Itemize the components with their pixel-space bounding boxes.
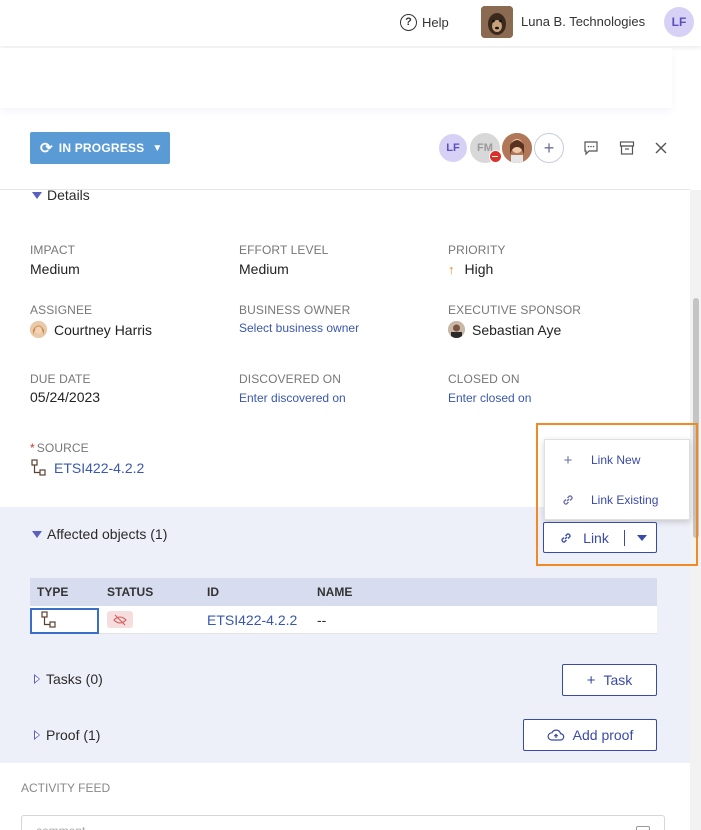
impact-label: IMPACT xyxy=(30,243,76,257)
closed-on-label: CLOSED ON xyxy=(448,372,520,386)
watcher-avatar-fm[interactable]: FM xyxy=(470,133,502,163)
header-divider xyxy=(0,189,690,190)
col-name[interactable]: NAME xyxy=(317,585,352,599)
business-owner-select[interactable]: Select business owner xyxy=(239,321,359,335)
banner-area xyxy=(0,48,672,108)
details-title: Details xyxy=(47,187,90,203)
watcher-avatar-lf[interactable]: LF xyxy=(438,133,468,163)
chevron-down-icon xyxy=(637,534,647,541)
expand-icon xyxy=(34,674,40,684)
proof-section-toggle[interactable]: Proof (1) xyxy=(34,727,100,743)
hierarchy-icon xyxy=(30,459,47,476)
collapse-icon xyxy=(32,530,42,538)
add-task-label: Task xyxy=(603,672,633,688)
col-status[interactable]: STATUS xyxy=(107,585,153,599)
affected-objects-toggle[interactable]: Affected objects (1) xyxy=(32,526,167,542)
cloud-upload-icon xyxy=(547,728,565,742)
comment-icon[interactable] xyxy=(583,140,599,156)
col-id[interactable]: ID xyxy=(207,585,219,599)
priority-value: High xyxy=(464,261,494,277)
collapse-icon xyxy=(32,191,42,199)
effort-value[interactable]: Medium xyxy=(239,261,289,277)
comment-checkbox[interactable] xyxy=(636,826,650,830)
due-date-value[interactable]: 05/24/2023 xyxy=(30,389,100,405)
plus-icon: + xyxy=(586,671,596,689)
close-icon[interactable] xyxy=(653,140,669,156)
comment-placeholder: comment xyxy=(36,824,85,830)
proof-title: Proof (1) xyxy=(46,727,101,743)
link-dropdown-toggle[interactable] xyxy=(628,523,656,552)
add-proof-label: Add proof xyxy=(572,727,634,743)
blocked-icon xyxy=(489,150,502,163)
comment-input[interactable]: comment xyxy=(21,815,665,830)
status-badge xyxy=(107,611,133,628)
row-id-link[interactable]: ETSI422-4.2.2 xyxy=(207,612,297,628)
link-new-label: Link New xyxy=(591,453,641,467)
user-avatar[interactable]: LF xyxy=(664,7,694,37)
assignee-avatar xyxy=(30,321,47,338)
split-divider xyxy=(624,530,625,546)
link-icon xyxy=(559,531,573,545)
source-label-group: * SOURCE xyxy=(30,441,89,455)
effort-label: EFFORT LEVEL xyxy=(239,243,329,257)
details-section-toggle[interactable]: Details xyxy=(32,187,90,203)
help-icon: ? xyxy=(400,13,417,31)
source-label: SOURCE xyxy=(36,441,89,455)
tasks-title: Tasks (0) xyxy=(46,671,103,687)
sponsor-value: Sebastian Aye xyxy=(472,321,562,338)
impact-value[interactable]: Medium xyxy=(30,261,80,277)
assignee-label: ASSIGNEE xyxy=(30,303,93,317)
plus-icon: + xyxy=(563,451,573,469)
link-existing-label: Link Existing xyxy=(591,493,659,507)
link-button[interactable]: Link xyxy=(544,523,624,552)
add-watcher-button[interactable]: + xyxy=(534,133,564,163)
priority-label: PRIORITY xyxy=(448,243,506,257)
link-new-item[interactable]: + Link New xyxy=(545,440,691,480)
chevron-down-icon: ▼ xyxy=(152,142,163,154)
required-marker: * xyxy=(30,441,35,455)
table-row[interactable]: ETSI422-4.2.2 -- xyxy=(30,606,657,634)
executive-sponsor-label: EXECUTIVE SPONSOR xyxy=(448,303,582,317)
assignee-value: Courtney Harris xyxy=(54,321,153,338)
link-icon xyxy=(545,493,591,507)
org-avatar[interactable] xyxy=(481,6,513,38)
expand-icon xyxy=(34,730,40,740)
org-name[interactable]: Luna B. Technologies xyxy=(521,14,645,29)
hierarchy-icon xyxy=(40,611,57,628)
discovered-on-input[interactable]: Enter discovered on xyxy=(239,391,346,405)
scrollbar-thumb[interactable] xyxy=(693,298,699,538)
add-proof-button[interactable]: Add proof xyxy=(523,719,657,751)
link-button-label: Link xyxy=(583,529,609,546)
link-existing-item[interactable]: Link Existing xyxy=(545,480,691,520)
table-header: TYPE STATUS ID NAME xyxy=(30,578,657,606)
affected-title: Affected objects (1) xyxy=(47,526,168,542)
link-dropdown-menu: + Link New Link Existing xyxy=(544,439,690,520)
due-date-label: DUE DATE xyxy=(30,372,91,386)
top-bar: ? Help Luna B. Technologies LF xyxy=(0,0,701,46)
discovered-on-label: DISCOVERED ON xyxy=(239,372,341,386)
executive-sponsor-field[interactable]: Sebastian Aye xyxy=(448,321,561,338)
assignee-field[interactable]: Courtney Harris xyxy=(30,321,152,338)
col-type[interactable]: TYPE xyxy=(37,585,68,599)
help-link[interactable]: ? Help xyxy=(400,12,449,32)
tasks-section-toggle[interactable]: Tasks (0) xyxy=(34,671,103,687)
source-link[interactable]: ETSI422-4.2.2 xyxy=(54,460,144,476)
help-label: Help xyxy=(422,14,449,30)
link-split-button: Link xyxy=(543,522,657,553)
closed-on-input[interactable]: Enter closed on xyxy=(448,391,531,405)
status-label: IN PROGRESS xyxy=(58,141,145,155)
source-field[interactable]: ETSI422-4.2.2 xyxy=(30,459,144,476)
affected-objects-table: TYPE STATUS ID NAME ETSI422-4.2.2 -- xyxy=(30,578,657,634)
business-owner-label: BUSINESS OWNER xyxy=(239,303,351,317)
activity-feed-label: ACTIVITY FEED xyxy=(21,781,111,795)
sync-icon: ⟳ xyxy=(40,140,53,157)
row-name: -- xyxy=(317,611,327,628)
sponsor-avatar xyxy=(448,321,465,338)
add-task-button[interactable]: + Task xyxy=(562,664,657,696)
arrow-up-icon: ↑ xyxy=(448,261,455,277)
priority-field[interactable]: ↑ High xyxy=(448,261,493,277)
watcher-avatar-photo[interactable] xyxy=(502,133,532,163)
archive-icon[interactable] xyxy=(619,140,635,156)
status-dropdown-button[interactable]: ⟳ IN PROGRESS ▼ xyxy=(30,132,170,164)
